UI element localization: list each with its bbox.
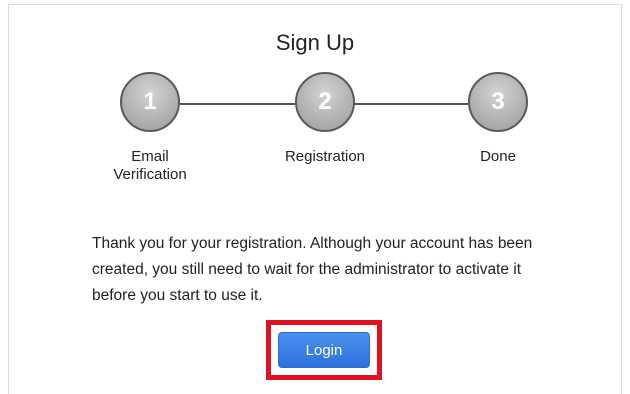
step-1-label: Email Verification bbox=[113, 148, 187, 183]
step-3-circle: 3 bbox=[468, 72, 528, 132]
step-2-number: 2 bbox=[318, 88, 332, 115]
step-2-circle: 2 bbox=[295, 72, 355, 132]
step-connector-1-2 bbox=[180, 103, 295, 105]
step-3-label: Done bbox=[480, 148, 516, 165]
step-3-number: 3 bbox=[491, 88, 505, 115]
page-title: Sign Up bbox=[275, 30, 355, 55]
login-button[interactable]: Login bbox=[278, 332, 370, 368]
step-1-circle: 1 bbox=[120, 72, 180, 132]
step-2-label: Registration bbox=[284, 148, 366, 165]
step-connector-2-3 bbox=[353, 103, 468, 105]
step-1-number: 1 bbox=[143, 88, 157, 115]
registration-message: Thank you for your registration. Althoug… bbox=[92, 235, 533, 304]
